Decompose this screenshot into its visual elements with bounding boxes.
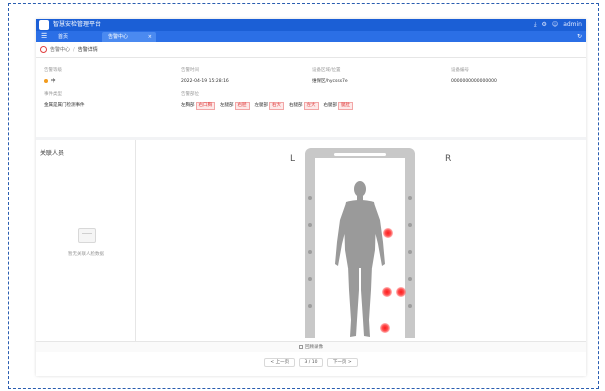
- gate-sensor-dot: [408, 250, 412, 254]
- human-silhouette: [335, 181, 385, 337]
- pagination: < 上一页 3 / 10 下一页 >: [36, 358, 586, 367]
- level-dot: [44, 78, 48, 83]
- gate-indicator-bar: [334, 153, 386, 156]
- alarm-info: 告警等级 中 告警时间 2022-04-19 15:28:16 设备区域/位置 …: [36, 65, 586, 135]
- alarm-parts-list: 左胸部 右口胸 左腿部 右胫 左腿部 右大 右腿部 左大 右腿部 腿肚: [181, 102, 353, 110]
- body-scan-viewer: L R: [137, 140, 586, 341]
- page-count: 3 / 10: [298, 358, 324, 367]
- device-location-value: 维保区/hycsss7e: [312, 79, 348, 84]
- breadcrumb-current: 告警详情: [77, 47, 98, 53]
- review-video-bar[interactable]: 回顾录像: [36, 341, 586, 352]
- next-page-button[interactable]: 下一页 >: [326, 358, 358, 367]
- field-alarm-parts: 告警部位 左胸部 右口胸 左腿部 右胫 左腿部 右大 右腿部 左大 右腿部 腿肚: [181, 91, 353, 110]
- tab-alarm-center[interactable]: 告警中心 ×: [102, 32, 156, 42]
- alarm-part-item: 右腿部 腿肚: [324, 102, 353, 110]
- gate-sensor-dot: [308, 223, 312, 227]
- field-device-location: 设备区域/位置 维保区/hycsss7e: [312, 68, 348, 84]
- gate-sensor-dot: [408, 196, 412, 200]
- alarm-time-value: 2022-04-19 15:28:16: [181, 79, 229, 84]
- panel-title: 关联人员: [40, 150, 65, 157]
- breadcrumb: 告警中心 / 告警详情: [36, 42, 586, 58]
- gate-sensor-dot: [408, 277, 412, 281]
- right-mark: R: [445, 154, 452, 164]
- alarm-part-item: 左腿部 右大: [255, 102, 284, 110]
- alarm-part-item: 左腿部 右胫: [220, 102, 250, 110]
- top-bar-actions: ⤓ ⚙ ☺ admin: [534, 20, 582, 30]
- alarm-part-item: 右腿部 左大: [289, 102, 319, 110]
- alarm-hotspot-chest: [383, 228, 393, 238]
- download-icon[interactable]: ⤓: [534, 20, 537, 30]
- related-persons-panel: 关联人员 暂无关联人脸数据: [36, 140, 136, 341]
- settings-icon[interactable]: ⚙: [542, 20, 547, 30]
- field-device-id: 设备编号 0000000000000000: [451, 68, 497, 84]
- field-alarm-level: 告警等级 中: [44, 68, 62, 84]
- alarm-part-item: 左胸部 右口胸: [181, 102, 215, 110]
- empty-inbox-icon: [78, 228, 96, 243]
- shield-logo-icon: [39, 20, 49, 30]
- menu-icon[interactable]: ☰: [41, 33, 48, 40]
- gate-sensor-dot: [308, 250, 312, 254]
- gate-sensor-dot: [408, 223, 412, 227]
- tab-bar: ☰ 首页 告警中心 × ↻: [36, 31, 586, 42]
- alarm-level-value: 中: [51, 79, 56, 84]
- refresh-icon[interactable]: ↻: [577, 32, 582, 41]
- back-icon[interactable]: [40, 46, 47, 53]
- prev-page-button[interactable]: < 上一页: [264, 358, 296, 367]
- username[interactable]: admin: [563, 20, 582, 30]
- review-video-label: 回顾录像: [305, 345, 323, 350]
- video-icon: [299, 344, 303, 349]
- alarm-hotspot-thigh: [382, 287, 392, 297]
- field-event-type: 事件类型 金属是属门检测事件: [44, 92, 85, 108]
- top-bar: 智慧安检管理平台 ⤓ ⚙ ☺ admin: [36, 19, 586, 31]
- app-title: 智慧安检管理平台: [53, 21, 102, 28]
- close-icon[interactable]: ×: [148, 32, 152, 42]
- field-alarm-time: 告警时间 2022-04-19 15:28:16: [181, 68, 229, 84]
- alarm-hotspot-shin: [380, 323, 390, 333]
- empty-text: 暂无关联人脸数据: [68, 252, 104, 257]
- gate-sensor-dot: [308, 304, 312, 308]
- app-window: 智慧安检管理平台 ⤓ ⚙ ☺ admin ☰ 首页 告警中心 × ↻ 告警中心 /…: [36, 19, 586, 376]
- event-type-value: 金属是属门检测事件: [44, 103, 85, 108]
- gate-sensor-dot: [408, 304, 412, 308]
- left-mark: L: [290, 154, 296, 164]
- device-id-value: 0000000000000000: [451, 79, 497, 84]
- gate-sensor-dot: [308, 196, 312, 200]
- gate-sensor-dot: [308, 277, 312, 281]
- alarm-hotspot-knee: [396, 287, 406, 297]
- breadcrumb-parent[interactable]: 告警中心: [50, 47, 70, 53]
- user-icon[interactable]: ☺: [552, 20, 558, 30]
